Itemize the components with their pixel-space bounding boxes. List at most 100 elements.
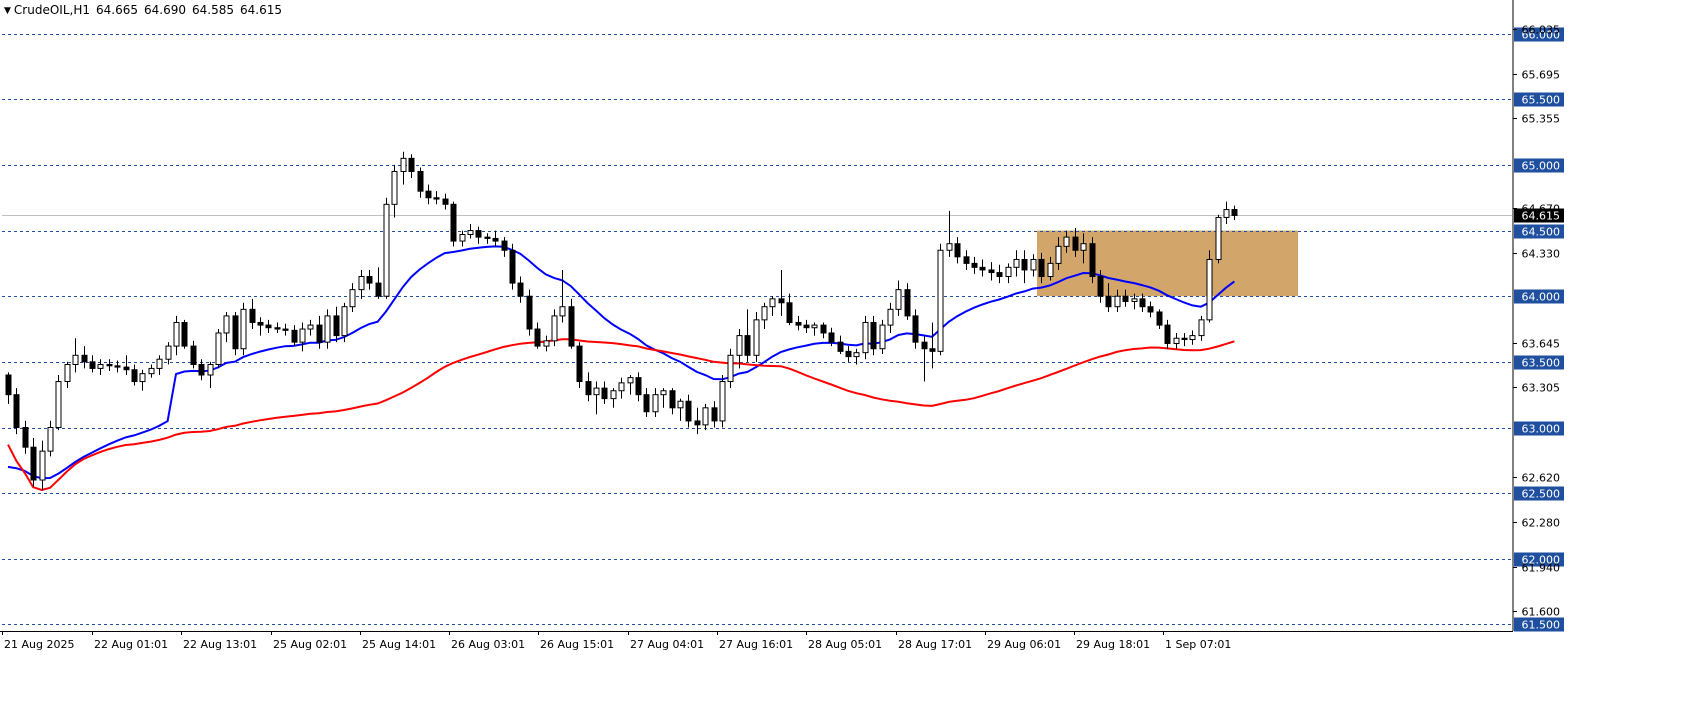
candle[interactable] [618,377,625,399]
candle[interactable] [904,283,911,320]
candle[interactable] [610,388,617,408]
candle[interactable] [702,403,709,431]
candle[interactable] [761,302,768,330]
candle[interactable] [526,289,533,336]
candle[interactable] [769,296,776,316]
candle[interactable] [484,233,491,244]
candle[interactable] [333,306,340,343]
candle[interactable] [517,276,524,303]
candle[interactable] [971,256,978,274]
candle[interactable] [954,237,961,264]
candle[interactable] [677,398,684,421]
candle[interactable] [467,224,474,239]
candle[interactable] [1021,250,1028,284]
candle[interactable] [551,309,558,347]
candle[interactable] [274,322,281,333]
candle[interactable] [820,322,827,339]
candle[interactable] [1005,263,1012,284]
candle[interactable] [1013,250,1020,277]
candle[interactable] [1189,330,1196,345]
candle[interactable] [753,311,760,362]
candle[interactable] [190,340,197,369]
candle[interactable] [929,322,936,369]
candle[interactable] [635,372,642,402]
candle[interactable] [240,302,247,356]
candle[interactable] [475,226,482,244]
candle[interactable] [232,311,239,356]
candle[interactable] [72,338,79,373]
candle[interactable] [576,342,583,389]
candle[interactable] [106,359,113,372]
candle[interactable] [22,420,29,454]
candle[interactable] [1215,214,1222,264]
candle[interactable] [643,388,650,417]
candle[interactable] [1030,254,1037,277]
candle[interactable] [811,322,818,336]
price-chart[interactable]: 66.00065.50065.00064.50064.00063.50063.0… [0,0,1686,704]
candle[interactable] [568,298,575,349]
candle[interactable] [366,269,373,290]
candle[interactable] [862,315,869,360]
candle[interactable] [391,164,398,218]
candle[interactable] [719,374,726,428]
candle[interactable] [1181,332,1188,347]
candle[interactable] [139,369,146,391]
candle[interactable] [425,184,432,205]
candle[interactable] [963,250,970,270]
candle[interactable] [837,335,844,354]
candle[interactable] [795,315,802,331]
candle[interactable] [1089,237,1096,284]
candle[interactable] [1147,301,1154,318]
candle[interactable] [803,319,810,333]
candle[interactable] [509,243,516,290]
candle[interactable] [593,381,600,415]
candle[interactable] [173,315,180,356]
candle[interactable] [81,346,88,369]
candle[interactable] [694,407,701,435]
candle[interactable] [400,151,407,185]
candle[interactable] [601,381,608,404]
candle[interactable] [543,335,550,352]
candle[interactable] [408,154,415,179]
candle[interactable] [299,322,306,352]
candle[interactable] [148,364,155,378]
candle[interactable] [97,359,104,375]
candle[interactable] [887,302,894,333]
candle[interactable] [307,319,314,336]
candle[interactable] [291,325,298,347]
candle[interactable] [375,267,382,299]
candle[interactable] [257,317,264,336]
candle[interactable] [198,359,205,381]
candle[interactable] [996,264,1003,284]
candle[interactable] [165,342,172,365]
candle[interactable] [417,167,424,198]
candle[interactable] [5,372,12,404]
candle[interactable] [13,388,20,435]
candle[interactable] [501,237,508,257]
candle[interactable] [55,374,62,431]
candle[interactable] [223,311,230,343]
candle[interactable] [895,280,902,316]
candle[interactable] [912,309,919,349]
candle[interactable] [492,230,499,247]
candle[interactable] [870,315,877,356]
candle[interactable] [1173,332,1180,349]
candle[interactable] [442,193,449,210]
candle[interactable] [1223,201,1230,225]
candle[interactable] [114,360,121,373]
candle[interactable] [660,388,667,408]
candle[interactable] [988,262,995,281]
candle[interactable] [131,364,138,386]
candle[interactable] [433,191,440,205]
candle[interactable] [937,243,944,356]
candle[interactable] [123,355,130,375]
candle[interactable] [685,394,692,428]
candle[interactable] [669,388,676,415]
candle[interactable] [786,293,793,326]
dropdown-triangle-icon[interactable]: ▼ [4,6,11,16]
candle[interactable] [282,323,289,336]
candle[interactable] [979,259,986,277]
candle[interactable] [349,283,356,312]
candle[interactable] [207,361,214,389]
candle[interactable] [30,438,37,487]
